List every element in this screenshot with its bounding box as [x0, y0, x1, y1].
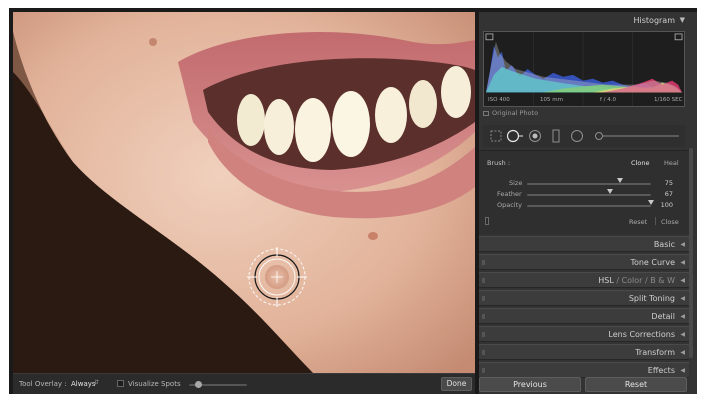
toggle-switch-icon[interactable]	[482, 332, 485, 337]
original-photo-toggle[interactable]: Original Photo	[483, 109, 538, 117]
brush-label: Brush :	[487, 159, 511, 167]
histogram-graph	[484, 32, 684, 106]
shutter-readout: 1/160 SEC	[654, 97, 683, 103]
chevron-updown-icon[interactable]: ⇵	[94, 379, 99, 386]
separator: /	[645, 276, 648, 285]
visualize-spots-checkbox[interactable]	[117, 380, 124, 387]
bottom-toolbar: Tool Overlay : Always ⇵ Visualize Spots …	[13, 373, 475, 394]
triangle-left-icon: ◀	[680, 367, 685, 374]
feather-label: Feather	[497, 190, 522, 198]
size-slider-thumb[interactable]	[617, 178, 623, 183]
original-photo-icon	[483, 110, 489, 116]
photo-canvas[interactable]	[13, 12, 475, 373]
opacity-slider-track[interactable]	[527, 205, 651, 207]
reset-button-small[interactable]: Reset	[629, 218, 647, 226]
toggle-switch-icon[interactable]	[482, 350, 485, 355]
close-button[interactable]: Close	[661, 218, 679, 226]
triangle-left-icon: ◀	[680, 241, 685, 248]
lightroom-window: Tool Overlay : Always ⇵ Visualize Spots …	[9, 8, 697, 394]
previous-button[interactable]: Previous	[479, 377, 581, 392]
section-basic[interactable]: Basic ◀	[479, 236, 689, 252]
visualize-spots-slider-thumb[interactable]	[195, 381, 202, 388]
hsl-tab[interactable]: HSL	[598, 276, 614, 285]
section-tone-curve[interactable]: Tone Curve ◀	[479, 254, 689, 270]
section-hsl[interactable]: HSL / Color / B & W ◀	[479, 272, 689, 288]
original-photo-label: Original Photo	[492, 109, 539, 117]
aperture-readout: f / 4.0	[600, 97, 617, 103]
section-lens-corrections[interactable]: Lens Corrections ◀	[479, 326, 689, 342]
triangle-down-icon[interactable]: ▼	[680, 12, 685, 29]
section-detail[interactable]: Detail ◀	[479, 308, 689, 324]
section-label: Split Toning	[628, 294, 675, 303]
graduated-filter-icon[interactable]	[552, 129, 560, 143]
section-effects[interactable]: Effects ◀	[479, 362, 689, 378]
photo-image	[13, 12, 475, 373]
toggle-switch-icon[interactable]	[482, 296, 485, 301]
color-tab[interactable]: Color	[622, 276, 643, 285]
toggle-switch-icon[interactable]	[482, 278, 485, 283]
spot-removal-options: Brush : Clone Heal Size 75 Feather 67 Op…	[479, 150, 689, 234]
mode-heal-button[interactable]: Heal	[664, 159, 679, 167]
toggle-switch-icon[interactable]	[482, 368, 485, 373]
triangle-left-icon: ◀	[680, 331, 685, 338]
triangle-left-icon: ◀	[680, 349, 685, 356]
adjustment-brush-icon[interactable]	[595, 132, 680, 140]
tool-overlay-select[interactable]: Always	[71, 380, 96, 388]
histogram-title: Histogram	[633, 16, 676, 25]
visualize-spots-label: Visualize Spots	[128, 380, 181, 388]
feather-value[interactable]: 67	[655, 190, 673, 198]
spot-removal-icon[interactable]	[506, 129, 524, 143]
tool-overlay-label: Tool Overlay :	[19, 380, 67, 388]
toggle-switch-icon[interactable]	[482, 314, 485, 319]
section-label: Effects	[647, 366, 675, 375]
section-label: Tone Curve	[630, 258, 675, 267]
opacity-slider-thumb[interactable]	[648, 200, 654, 205]
reset-button[interactable]: Reset	[585, 377, 687, 392]
triangle-left-icon: ◀	[680, 259, 685, 266]
size-value[interactable]: 75	[655, 179, 673, 187]
histogram[interactable]: ISO 400 105 mm f / 4.0 1/160 SEC	[483, 31, 685, 107]
crop-overlay-icon[interactable]	[490, 130, 502, 142]
triangle-left-icon: ◀	[680, 277, 685, 284]
develop-panel: Histogram ▼ ISO 400 105 mm f / 4.0 1/160…	[479, 12, 697, 394]
feather-slider-thumb[interactable]	[607, 189, 614, 194]
radial-filter-icon[interactable]	[571, 130, 583, 142]
tool-strip	[483, 125, 685, 147]
opacity-label: Opacity	[497, 201, 523, 209]
histogram-header[interactable]: Histogram ▼	[479, 12, 689, 29]
section-label: Detail	[651, 312, 675, 321]
divider	[655, 217, 656, 225]
done-button[interactable]: Done	[441, 377, 472, 391]
toggle-switch-icon[interactable]	[482, 260, 485, 265]
section-label: Transform	[635, 348, 675, 357]
iso-readout: ISO 400	[488, 97, 510, 103]
section-transform[interactable]: Transform ◀	[479, 344, 689, 360]
section-label: Basic	[653, 240, 675, 249]
section-label: Lens Corrections	[608, 330, 675, 339]
triangle-left-icon: ◀	[680, 295, 685, 302]
red-eye-icon[interactable]	[529, 130, 541, 142]
toggle-switch-icon[interactable]	[485, 217, 489, 225]
triangle-left-icon: ◀	[680, 313, 685, 320]
panel-scrollbar[interactable]	[689, 148, 693, 358]
size-slider-track[interactable]	[527, 183, 651, 185]
separator: /	[616, 276, 620, 285]
size-label: Size	[509, 179, 523, 187]
feather-slider-track[interactable]	[527, 194, 651, 196]
opacity-value[interactable]: 100	[655, 201, 673, 209]
bw-tab[interactable]: B & W	[650, 276, 675, 285]
focal-length-readout: 105 mm	[540, 97, 563, 103]
tool-strip-icons	[490, 129, 680, 143]
mode-clone-button[interactable]: Clone	[631, 159, 649, 167]
section-split-toning[interactable]: Split Toning ◀	[479, 290, 689, 306]
